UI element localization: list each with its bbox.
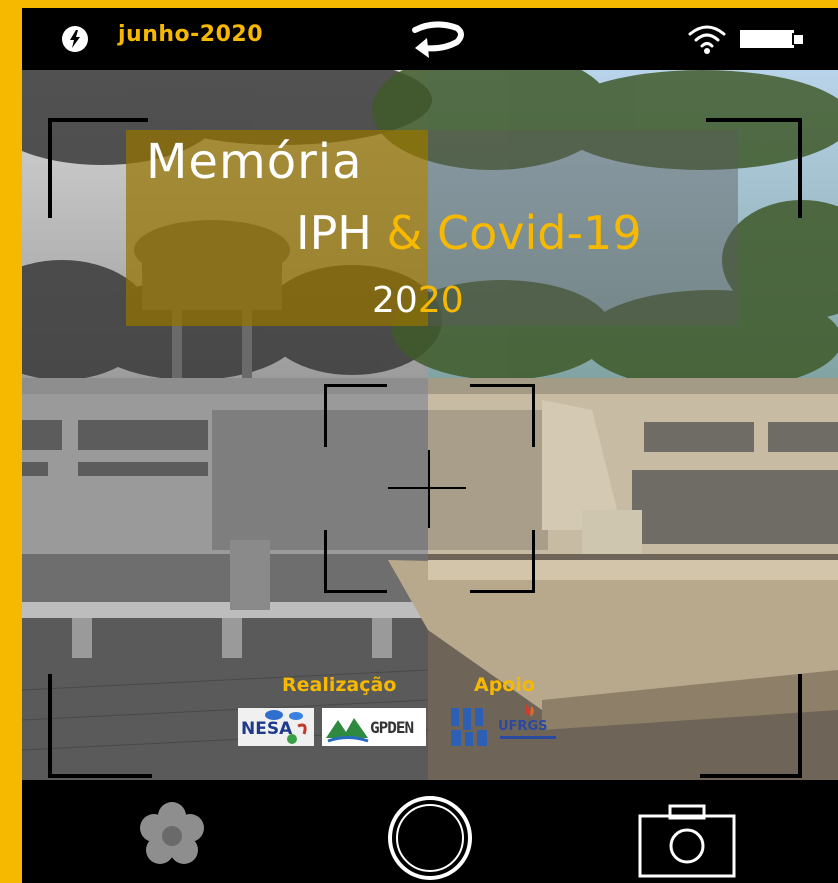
realizacao-label: Realização (282, 674, 397, 696)
title-iph: IPH (296, 206, 372, 260)
iph-logo (447, 704, 493, 754)
bottom-bar (22, 780, 838, 883)
shutter-button[interactable] (388, 796, 472, 880)
rotate-icon[interactable] (405, 16, 467, 64)
focus-corner-bottom-right (470, 530, 535, 593)
wifi-icon (687, 22, 727, 60)
battery-icon (740, 30, 794, 48)
nesa-logo-text: NESA (241, 719, 293, 739)
ufrgs-logo-text: UFRGS (498, 719, 548, 734)
shutter-inner-ring (396, 804, 464, 872)
camera-icon[interactable] (636, 802, 740, 883)
focus-crosshair-vertical (428, 450, 430, 528)
focus-corner-top-left (324, 384, 387, 447)
viewfinder-corner-bottom-left (48, 674, 152, 778)
title-year-a: 20 (372, 280, 418, 321)
gpden-logo-text: GPDEN (370, 718, 414, 737)
ufrgs-logo: UFRGS (496, 702, 562, 746)
yellow-frame: junho-2020 Memória IPH & Covid-19 2020 R… (0, 0, 838, 883)
title-year: 2020 (372, 280, 464, 321)
battery-tip (794, 35, 803, 44)
viewfinder-corner-bottom-right (700, 674, 802, 778)
date-label: junho-2020 (118, 22, 264, 47)
title-box: Memória IPH & Covid-19 2020 (126, 130, 738, 326)
focus-corner-bottom-left (324, 530, 387, 593)
focus-crosshair-horizontal (388, 487, 466, 489)
phone-screen: junho-2020 Memória IPH & Covid-19 2020 R… (22, 8, 838, 883)
flash-icon[interactable] (62, 26, 88, 52)
title-memoria: Memória (146, 134, 363, 190)
apoio-label: Apoio (474, 674, 535, 696)
title-year-b: 20 (417, 280, 464, 321)
title-iph-covid: IPH & Covid-19 (296, 206, 642, 260)
gallery-icon[interactable] (134, 798, 210, 878)
nesa-logo: NESA (238, 708, 314, 746)
focus-corner-top-right (470, 384, 535, 447)
status-bar: junho-2020 (22, 8, 838, 70)
title-covid: & Covid-19 (386, 206, 642, 260)
gpden-logo: GPDEN (322, 708, 426, 746)
